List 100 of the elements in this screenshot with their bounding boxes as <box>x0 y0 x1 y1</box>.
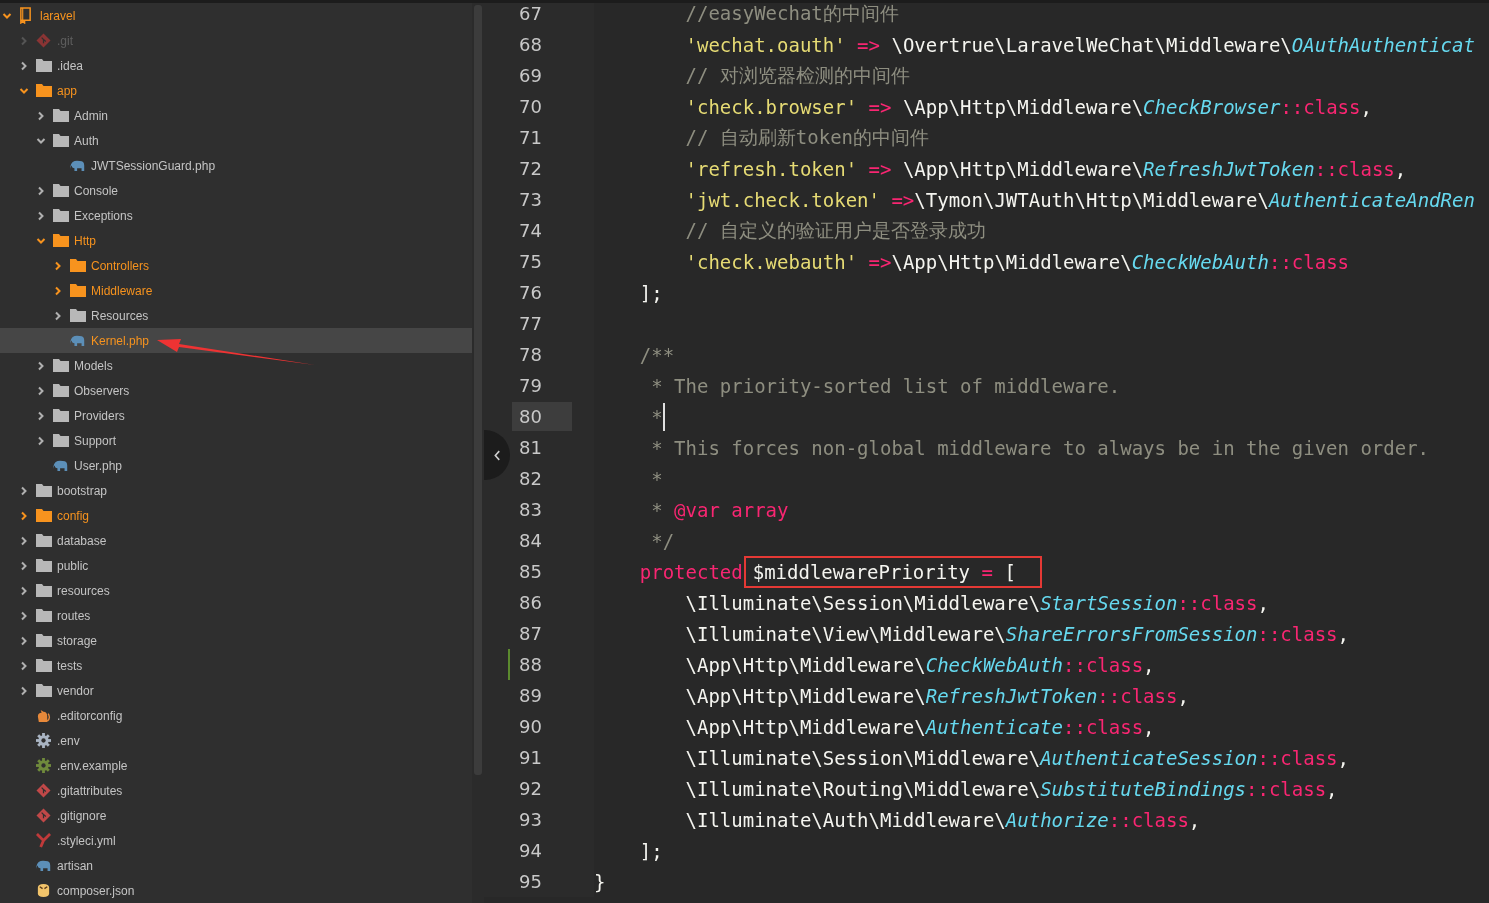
tree-item[interactable]: Controllers <box>0 253 472 278</box>
tree-item[interactable]: Http <box>0 228 472 253</box>
chevron-right-icon[interactable] <box>36 110 46 121</box>
code-line: \Illuminate\Auth\Middleware\Authorize::class, <box>684 808 1201 831</box>
git-icon <box>36 808 51 823</box>
tree-item[interactable]: .gitattributes <box>0 778 472 803</box>
folder-icon <box>36 609 52 622</box>
line-number: 74 <box>518 219 543 243</box>
tree-item[interactable]: Auth <box>0 128 472 153</box>
tree-item[interactable]: Models <box>0 353 472 378</box>
folder-icon <box>53 134 69 147</box>
chevron-right-icon[interactable] <box>53 260 63 271</box>
tree-item[interactable]: JWTSessionGuard.php <box>0 153 472 178</box>
code-line: * <box>650 467 663 490</box>
code-line: } <box>594 870 606 893</box>
line-number: 82 <box>518 467 543 491</box>
chevron-left-icon <box>493 449 501 461</box>
tree-item[interactable]: User.php <box>0 453 472 478</box>
tree-item[interactable]: composer.json <box>0 878 472 903</box>
line-number: 77 <box>518 312 543 336</box>
chevron-right-icon[interactable] <box>19 660 29 671</box>
line-number: 85 <box>518 560 543 584</box>
tree-item[interactable]: routes <box>0 603 472 628</box>
tree-item[interactable]: .idea <box>0 53 472 78</box>
tree-item[interactable]: Observers <box>0 378 472 403</box>
chevron-right-icon[interactable] <box>19 635 29 646</box>
tree-item[interactable]: .env <box>0 728 472 753</box>
tree-item[interactable]: Resources <box>0 303 472 328</box>
tree-item[interactable]: bootstrap <box>0 478 472 503</box>
tree-item[interactable]: artisan <box>0 853 472 878</box>
code-line: ]; <box>638 839 663 862</box>
tree-item[interactable]: Exceptions <box>0 203 472 228</box>
line-number: 73 <box>518 188 543 212</box>
chevron-right-icon[interactable] <box>36 410 46 421</box>
chevron-right-icon[interactable] <box>19 560 29 571</box>
chevron-right-icon[interactable] <box>36 185 46 196</box>
chevron-right-icon[interactable] <box>19 685 29 696</box>
line-number: 72 <box>518 157 543 181</box>
chevron-right-icon[interactable] <box>36 435 46 446</box>
text-cursor <box>662 402 665 431</box>
tree-item[interactable]: config <box>0 503 472 528</box>
code-line: \Illuminate\View\Middleware\ShareErrorsFromSession::class, <box>684 622 1349 645</box>
tree-item[interactable]: Providers <box>0 403 472 428</box>
tree-item[interactable]: .editorconfig <box>0 703 472 728</box>
chevron-right-icon[interactable] <box>53 310 63 321</box>
folder-icon <box>70 309 86 322</box>
tree-item[interactable]: .env.example <box>0 753 472 778</box>
line-number: 67 <box>518 3 543 26</box>
line-number: 68 <box>518 33 543 57</box>
code-line: ]; <box>638 281 663 304</box>
tree-item[interactable]: Admin <box>0 103 472 128</box>
tree-item[interactable]: resources <box>0 578 472 603</box>
elephant-icon <box>70 159 86 172</box>
tree-item[interactable]: laravel <box>0 3 472 28</box>
tree-item[interactable]: Support <box>0 428 472 453</box>
line-number: 83 <box>518 498 543 522</box>
tree-item[interactable]: tests <box>0 653 472 678</box>
folder-icon <box>53 109 69 122</box>
tree-item[interactable]: .gitignore <box>0 803 472 828</box>
code-line: \Illuminate\Routing\Middleware\SubstituteBindings::class, <box>684 777 1338 800</box>
folder-icon <box>53 209 69 222</box>
line-number: 86 <box>518 591 543 615</box>
chevron-right-icon[interactable] <box>19 510 29 521</box>
tree-item[interactable]: storage <box>0 628 472 653</box>
chevron-right-icon[interactable] <box>19 60 29 71</box>
code-line: 'wechat.oauth' => \Overtrue\LaravelWeChat\Middleware\OAuthAuthenticat <box>684 33 1475 56</box>
code-line: \App\Http\Middleware\RefreshJwtToken::class, <box>684 684 1189 707</box>
line-number: 92 <box>518 777 543 801</box>
chevron-right-icon[interactable] <box>36 210 46 221</box>
git-icon <box>36 33 51 48</box>
folder-icon <box>53 384 69 397</box>
folder-icon <box>36 684 52 697</box>
tree-item[interactable]: Console <box>0 178 472 203</box>
code-line: 'refresh.token' => \App\Http\Middleware\RefreshJwtToken::class, <box>684 157 1407 180</box>
folder-icon <box>36 509 52 522</box>
chevron-right-icon[interactable] <box>19 610 29 621</box>
line-number: 94 <box>518 839 543 863</box>
tree-item[interactable]: public <box>0 553 472 578</box>
elephant-icon <box>70 334 86 347</box>
book-icon <box>19 7 32 24</box>
folder-icon <box>36 584 52 597</box>
folder-icon <box>70 259 86 272</box>
tree-item[interactable]: .styleci.yml <box>0 828 472 853</box>
code-line: //easyWechat的中间件 <box>684 3 899 26</box>
tree-item[interactable]: database <box>0 528 472 553</box>
line-number: 69 <box>518 64 543 88</box>
tree-item[interactable]: Middleware <box>0 278 472 303</box>
tree-item[interactable]: vendor <box>0 678 472 703</box>
chevron-right-icon[interactable] <box>53 285 63 296</box>
line-number: 70 <box>518 95 543 119</box>
tree-item[interactable]: app <box>0 78 472 103</box>
line-number: 80 <box>512 402 572 431</box>
tree-item[interactable]: Kernel.php <box>0 328 472 353</box>
chevron-right-icon[interactable] <box>36 385 46 396</box>
chevron-right-icon[interactable] <box>19 585 29 596</box>
chevron-right-icon[interactable] <box>19 535 29 546</box>
folder-icon <box>70 284 86 297</box>
chevron-right-icon[interactable] <box>36 360 46 371</box>
chevron-right-icon[interactable] <box>19 485 29 496</box>
folder-icon <box>36 659 52 672</box>
